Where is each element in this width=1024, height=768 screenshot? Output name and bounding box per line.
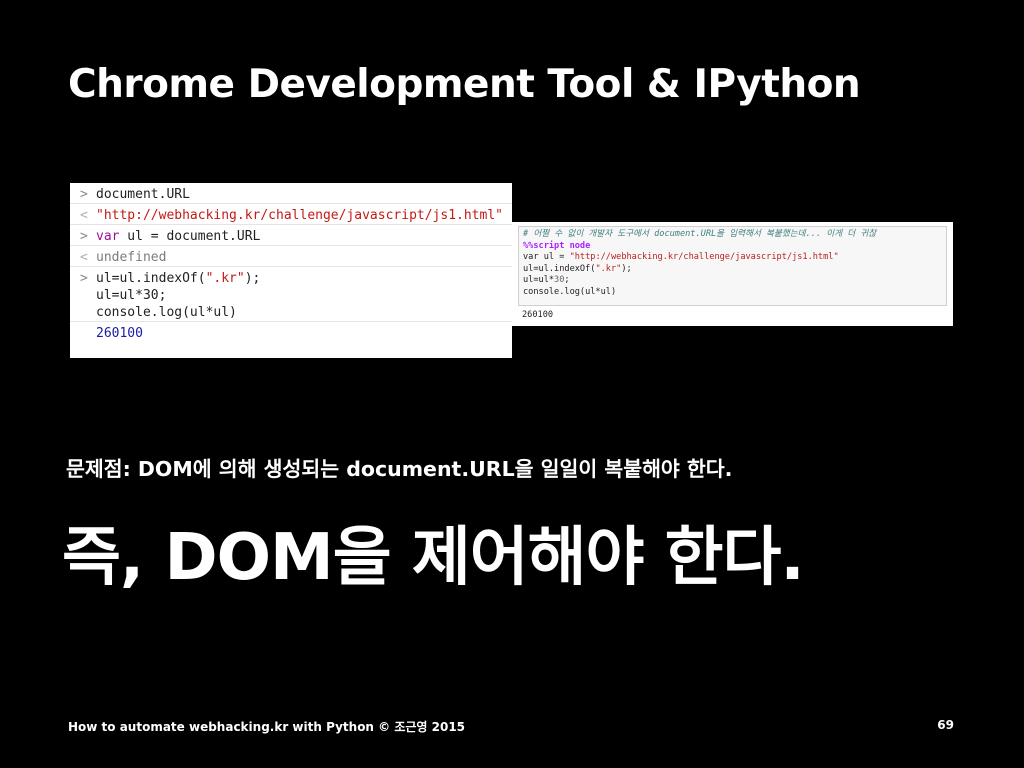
ipython-code-line: console.log(ul*ul) xyxy=(523,286,617,297)
ipython-code: ul=ul.indexOf( xyxy=(523,263,596,274)
console-undefined-result: undefined xyxy=(96,250,167,265)
ipython-code: ; xyxy=(564,275,570,286)
console-code: ); xyxy=(244,271,261,286)
slide-footer: How to automate webhacking.kr with Pytho… xyxy=(68,720,466,734)
console-code: console.log(ul*ul) xyxy=(96,305,237,320)
slide-title: Chrome Development Tool & IPython xyxy=(68,62,861,107)
ipython-code: ul=ul* xyxy=(523,275,555,286)
input-prompt-icon: > xyxy=(80,229,88,244)
ipython-string: ".kr" xyxy=(595,263,622,274)
ipython-code-line: ul=ul.indexOf(".kr"); xyxy=(523,264,942,276)
console-number-result: 260100 xyxy=(96,326,143,341)
console-code: ul = document.URL xyxy=(119,229,261,244)
ipython-string: "http://webhacking.kr/challenge/javascri… xyxy=(569,252,839,263)
output-prompt-icon: < xyxy=(80,208,88,223)
console-output-line: < "http://webhacking.kr/challenge/javasc… xyxy=(70,203,512,224)
console-code: ul=ul.indexOf( xyxy=(96,271,206,286)
ipython-notebook-screenshot: # 어쩔 수 없이 개발자 도구에서 document.URL을 입력해서 복붙… xyxy=(512,222,953,326)
problem-statement: 문제점: DOM에 의해 생성되는 document.URL을 일일이 복붙해야… xyxy=(66,457,733,481)
page-number: 69 xyxy=(937,718,954,732)
console-output-line: < undefined xyxy=(70,245,512,266)
console-string-result: "http://webhacking.kr/challenge/javascri… xyxy=(96,208,503,223)
emphasis-statement: 즉, DOM을 제어해야 한다. xyxy=(62,521,805,595)
console-input-line: > var ul = document.URL xyxy=(70,224,512,245)
ipython-magic-line: %%script node xyxy=(523,240,591,251)
console-input-line: console.log(ul*ul) xyxy=(70,304,512,321)
console-code: document.URL xyxy=(96,187,190,202)
ipython-number: 30 xyxy=(554,275,565,286)
ipython-input-cell: # 어쩔 수 없이 개발자 도구에서 document.URL을 입력해서 복붙… xyxy=(518,226,947,306)
console-input-line: > ul=ul.indexOf(".kr"); xyxy=(70,266,512,287)
ipython-output: 260100 xyxy=(522,310,554,320)
console-keyword: var xyxy=(96,229,120,244)
console-input-line: > document.URL xyxy=(70,183,512,203)
output-prompt-icon: < xyxy=(80,250,88,265)
ipython-code: ); xyxy=(621,263,632,274)
console-result-line: 260100 xyxy=(70,321,512,342)
console-input-line: ul=ul*30; xyxy=(70,287,512,304)
ipython-code-line: var ul = "http://webhacking.kr/challenge… xyxy=(523,252,942,264)
chrome-console-screenshot: > document.URL < "http://webhacking.kr/c… xyxy=(70,183,512,358)
ipython-code-line: ul=ul*30; xyxy=(523,275,942,287)
input-prompt-icon: > xyxy=(80,271,88,286)
input-prompt-icon: > xyxy=(80,187,88,202)
console-string: ".kr" xyxy=(205,271,245,286)
ipython-comment-line: # 어쩔 수 없이 개발자 도구에서 document.URL을 입력해서 복붙… xyxy=(523,229,877,239)
console-code: ul=ul*30; xyxy=(96,288,167,303)
ipython-code: var ul = xyxy=(523,252,570,263)
